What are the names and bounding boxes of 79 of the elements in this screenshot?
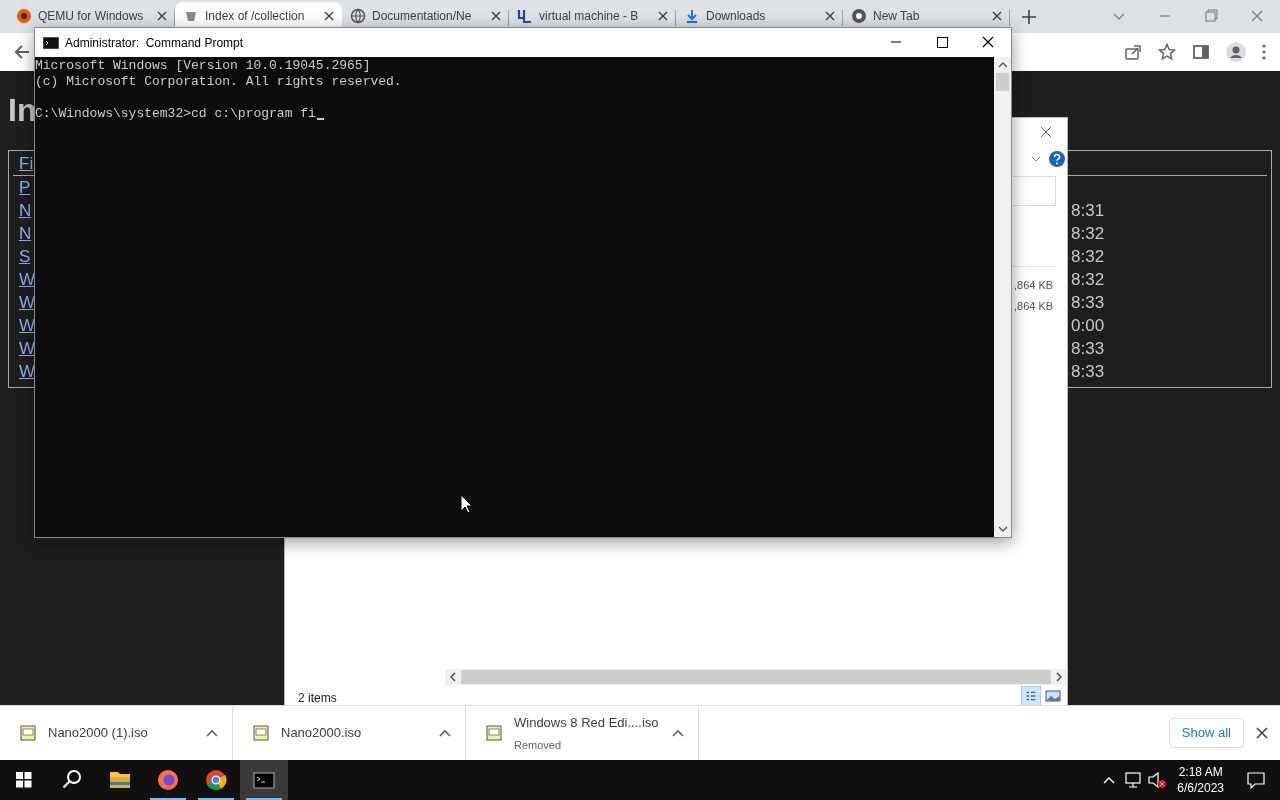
modified-time: 8:32 [1071,270,1105,290]
tab-title: New Tab [873,8,921,25]
terminal-line: (c) Microsoft Corporation. All rights reserved. [35,74,402,90]
horizontal-scrollbar[interactable] [445,669,1067,685]
clock[interactable]: 2:18 AM 6/6/2023 [1169,764,1232,796]
ring-logo-icon [16,8,32,24]
more-options-icon[interactable] [1262,44,1266,60]
file-link[interactable]: W [19,362,36,382]
file-link[interactable]: N [19,224,32,244]
scroll-thumb[interactable] [996,73,1009,91]
star-icon[interactable] [1158,43,1176,61]
letter-logo-icon [517,8,533,24]
modified-time: 8:32 [1071,224,1105,244]
search-field[interactable] [1013,176,1056,206]
command-line: C:\Windows\system32>cd c:\program fi [35,106,316,122]
download-icon [684,8,700,24]
close-icon[interactable] [157,11,167,21]
profile-icon[interactable] [1226,42,1246,62]
file-name: Nano2000.iso [281,724,362,743]
disc-file-icon [20,725,36,741]
window-title: Administrator: Command Prompt [65,34,244,52]
globe-icon [350,8,366,24]
help-icon[interactable] [1049,151,1065,167]
share-icon[interactable] [1124,43,1142,61]
close-icon[interactable] [324,11,334,21]
file-size: ,864 KB [1014,299,1054,314]
file-name: Windows 8 Red Edi....iso [514,714,659,732]
side-panel-icon[interactable] [1192,43,1210,61]
clock-date: 6/6/2023 [1177,780,1224,796]
taskbar-app-button[interactable] [240,760,288,800]
scroll-up-icon[interactable] [997,61,1008,69]
modified-time: 8:33 [1071,339,1105,359]
close-icon[interactable] [658,11,668,21]
file-link[interactable]: Fi [19,154,34,174]
modified-time: 8:33 [1071,293,1105,313]
new-tab-icon[interactable] [1022,10,1036,24]
tab-title: virtual machine - B [539,8,640,25]
file-link[interactable]: N [19,201,32,221]
vertical-scrollbar[interactable] [994,57,1011,537]
tab-title: Downloads [706,8,767,25]
modified-time: 8:32 [1071,247,1105,267]
tab-title: Documentation/Ne [372,8,473,25]
clock-time: 2:18 AM [1178,764,1223,780]
file-link[interactable]: P [19,178,31,198]
file-link[interactable]: W [19,339,36,359]
modified-time: 0:00 [1071,316,1105,336]
back-arrow-icon[interactable] [14,44,30,60]
close-icon[interactable] [1256,727,1268,739]
mouse-pointer-icon [460,494,472,514]
tab-title: Index of /collection [205,8,306,25]
close-icon[interactable] [491,11,501,21]
text-cursor [316,118,324,120]
browser-logo-icon [851,8,867,24]
caret-up-icon[interactable] [439,729,451,737]
disc-file-icon [253,725,269,741]
caret-up-icon[interactable] [206,729,218,737]
modified-time: 8:31 [1071,201,1105,221]
close-icon[interactable] [1040,126,1052,138]
close-icon[interactable] [992,11,1002,21]
file-size: ,864 KB [1014,278,1054,293]
disc-file-icon [486,725,502,741]
terminal-icon [43,36,59,49]
file-link[interactable]: S [19,247,31,267]
download-status: Removed [514,737,563,753]
modified-time: 8:33 [1071,362,1105,382]
caret-up-icon[interactable] [672,729,684,737]
details-view-button[interactable] [1021,686,1041,706]
file-link[interactable]: W [19,293,36,313]
show-all-button[interactable]: Show all [1168,718,1244,748]
file-link[interactable]: W [19,316,36,336]
file-name: Nano2000 (1).iso [48,724,148,743]
tab-title: QEMU for Windows [38,8,145,25]
browser-tab[interactable]: Index of /collection [175,2,342,27]
terminal-line: Microsoft Windows [Version 10.0.19045.2965] [35,58,371,74]
item-count: 2 items [298,690,337,707]
close-icon[interactable] [825,11,835,21]
file-link[interactable]: W [19,270,36,290]
scroll-down-icon[interactable] [997,525,1008,533]
chevron-down-icon[interactable] [1031,156,1041,162]
